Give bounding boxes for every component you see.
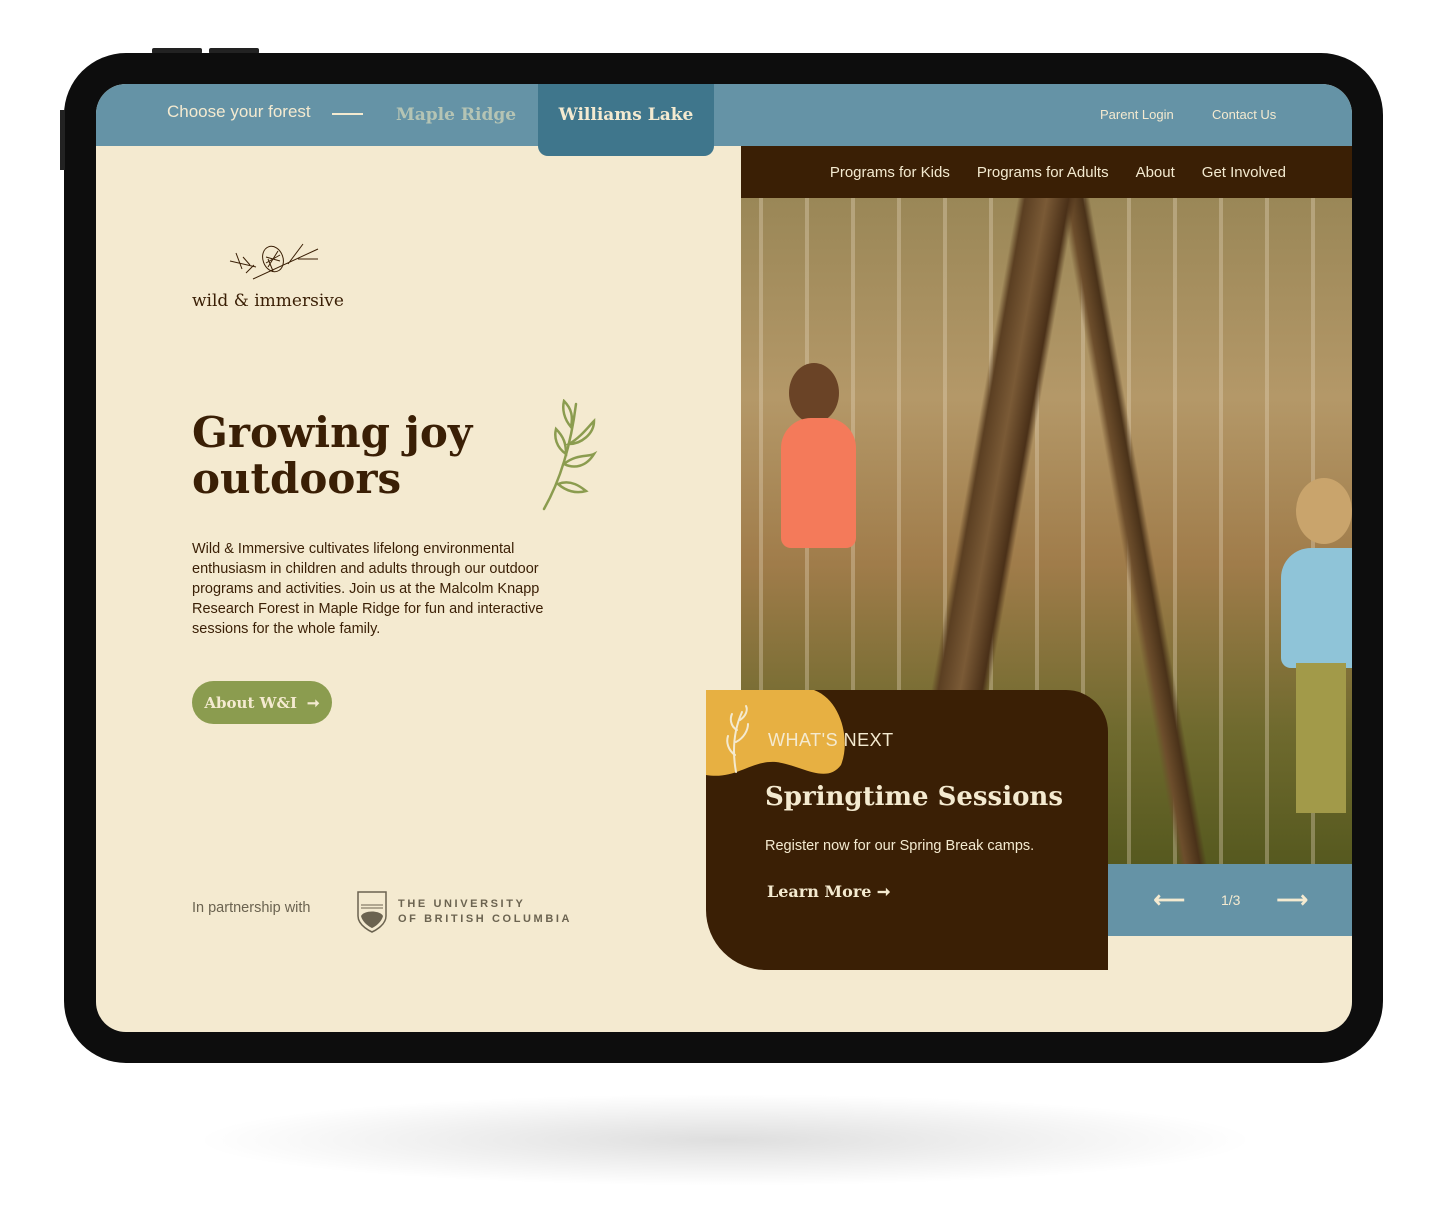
main-nav: Programs for Kids Programs for Adults Ab… <box>741 146 1352 198</box>
arrow-left-icon[interactable]: ⟵ <box>1153 887 1185 913</box>
arrow-right-icon[interactable]: ⟶ <box>1276 887 1308 913</box>
logo[interactable]: wild & immersive <box>192 239 344 311</box>
ubc-crest-icon <box>357 891 387 933</box>
slide-counter: 1/3 <box>1220 892 1241 908</box>
arrow-right-icon: ➞ <box>307 693 320 712</box>
contact-us-link[interactable]: Contact Us <box>1212 107 1276 122</box>
nav-get-involved[interactable]: Get Involved <box>1202 164 1286 181</box>
arrow-right-icon: ➞ <box>877 882 891 901</box>
event-title: Springtime Sessions <box>765 782 1063 812</box>
ubc-line-1: THE UNIVERSITY <box>398 898 526 910</box>
divider <box>332 113 363 115</box>
photo-detail <box>1296 478 1352 544</box>
photo-detail <box>1281 548 1352 668</box>
nav-programs-kids[interactable]: Programs for Kids <box>830 164 950 181</box>
leaf-sprig-icon <box>542 399 598 511</box>
photo-detail <box>1296 663 1346 813</box>
learn-more-label: Learn More <box>767 882 872 901</box>
whats-next-card: WHAT'S NEXT Springtime Sessions Register… <box>706 690 1108 970</box>
nav-about[interactable]: About <box>1136 164 1175 181</box>
logo-text: wild & immersive <box>192 291 344 311</box>
event-description: Register now for our Spring Break camps. <box>765 838 1035 854</box>
about-button[interactable]: About W&I ➞ <box>192 681 332 724</box>
device-side-button <box>60 110 65 170</box>
photo-detail <box>781 418 856 548</box>
partnership-label: In partnership with <box>192 900 311 916</box>
device-shadow <box>150 1090 1300 1190</box>
forest-selector-bar: Choose your forest Maple Ridge Williams … <box>96 84 1352 156</box>
pinecone-branch-icon <box>229 243 319 280</box>
whats-next-eyebrow: WHAT'S NEXT <box>768 730 894 750</box>
website-screen: Choose your forest Maple Ridge Williams … <box>96 84 1352 1032</box>
tab-williams-lake[interactable]: Williams Lake <box>538 84 714 156</box>
hero-title: Growing joy outdoors <box>192 408 473 503</box>
photo-detail <box>789 363 839 423</box>
nav-programs-adults[interactable]: Programs for Adults <box>977 164 1109 181</box>
hero-description: Wild & Immersive cultivates lifelong env… <box>192 541 544 637</box>
about-button-label: About W&I <box>204 693 297 712</box>
parent-login-link[interactable]: Parent Login <box>1100 107 1174 122</box>
tab-maple-ridge[interactable]: Maple Ridge <box>386 84 526 156</box>
learn-more-link[interactable]: Learn More ➞ <box>767 882 890 901</box>
choose-forest-label: Choose your forest <box>167 102 311 121</box>
ubc-line-2: OF BRITISH COLUMBIA <box>398 913 573 925</box>
slider-controls: ⟵ 1/3 ⟶ <box>1108 864 1352 936</box>
ubc-logo[interactable]: THE UNIVERSITY OF BRITISH COLUMBIA <box>356 890 572 934</box>
